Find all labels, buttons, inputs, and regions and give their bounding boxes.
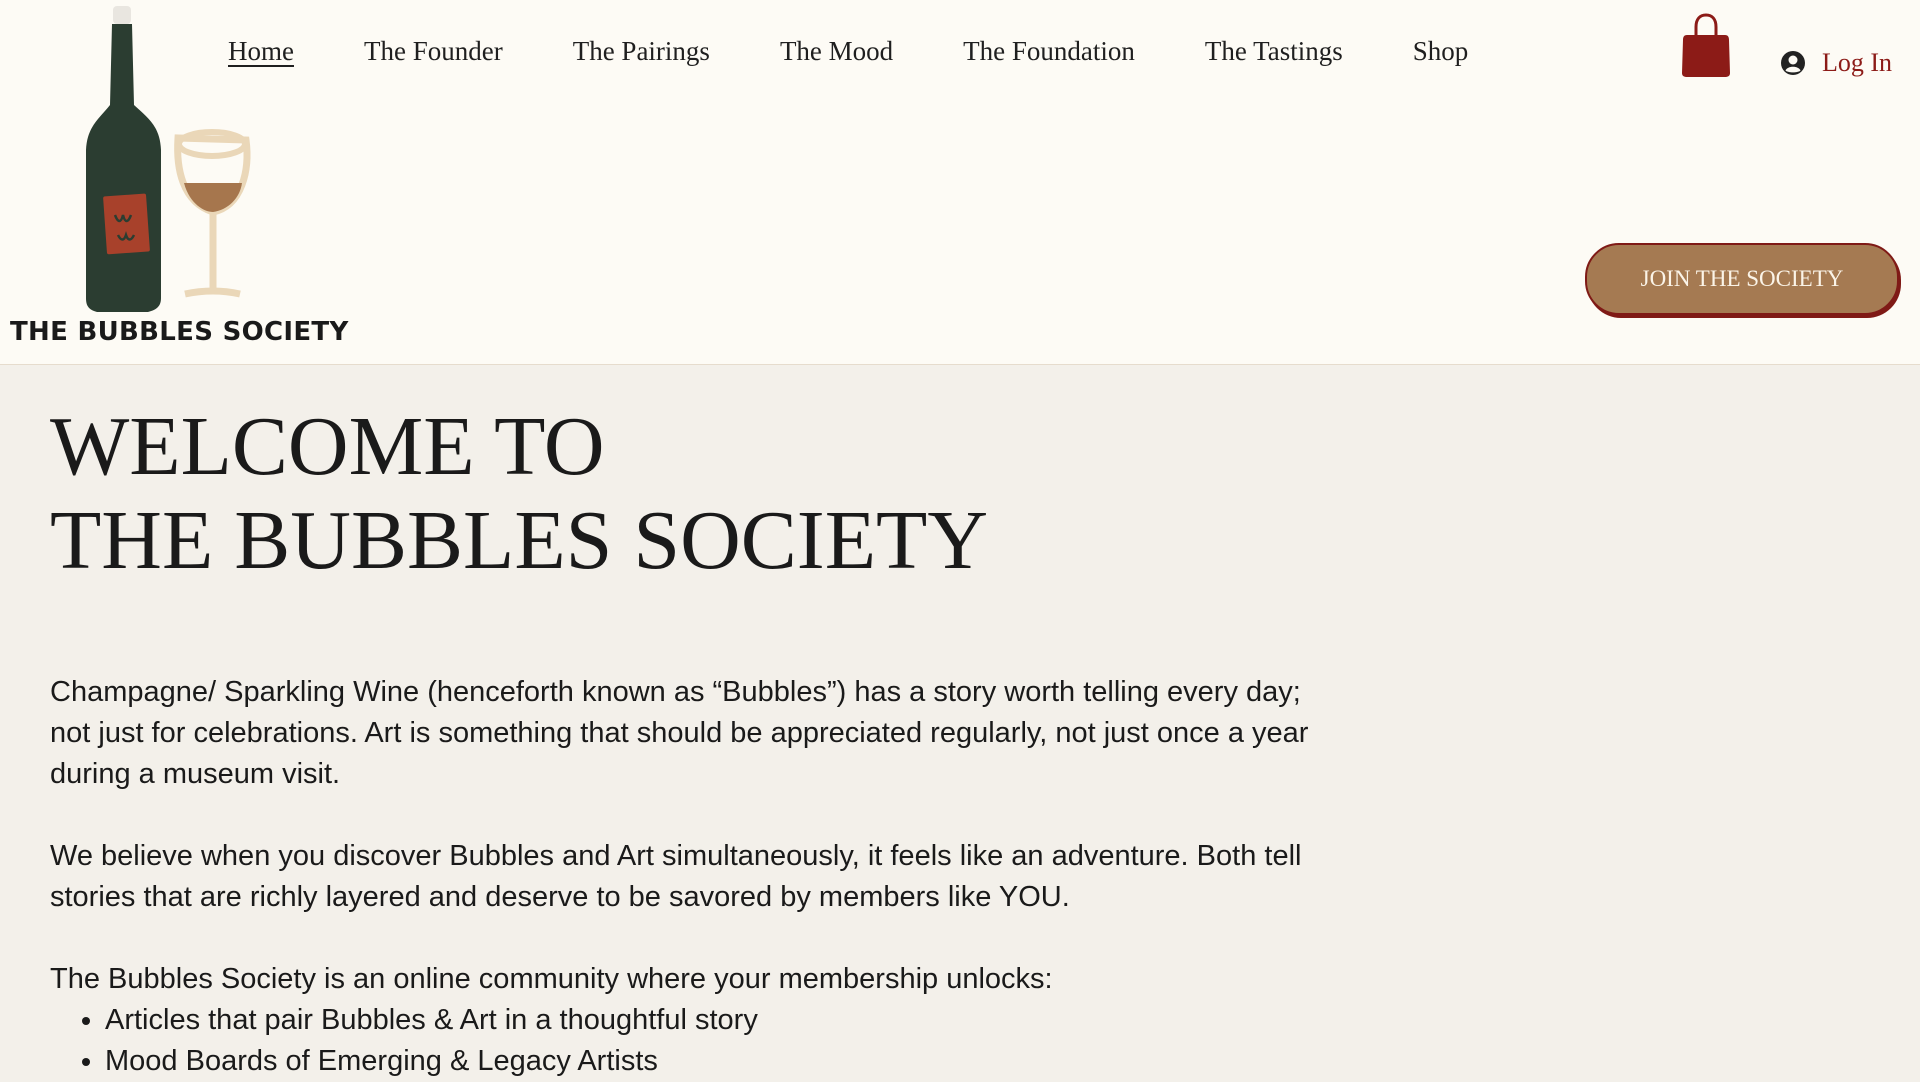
intro-paragraph-1: Champagne/ Sparkling Wine (henceforth kn… bbox=[50, 676, 1309, 790]
list-item: Mood Boards of Emerging & Legacy Artists bbox=[105, 1041, 758, 1082]
nav-item-the-founder[interactable]: The Founder bbox=[364, 36, 503, 67]
login-label: Log In bbox=[1822, 48, 1893, 77]
welcome-section: WELCOME TO THE BUBBLES SOCIETY Champagne… bbox=[50, 400, 1350, 1077]
site-header: THE BUBBLES SOCIETY Home The Founder The… bbox=[0, 0, 1920, 365]
logo-text: THE BUBBLES SOCIETY bbox=[10, 317, 349, 347]
page-title: WELCOME TO THE BUBBLES SOCIETY bbox=[50, 400, 1350, 588]
main-nav: Home The Founder The Pairings The Mood T… bbox=[228, 36, 1538, 67]
nav-item-the-mood[interactable]: The Mood bbox=[780, 36, 893, 67]
login-button[interactable]: Log In bbox=[1780, 48, 1892, 78]
nav-item-shop[interactable]: Shop bbox=[1413, 36, 1469, 67]
title-line-1: WELCOME TO bbox=[50, 400, 605, 493]
list-item: Articles that pair Bubbles & Art in a th… bbox=[105, 1000, 758, 1041]
join-the-society-button[interactable]: JOIN THE SOCIETY bbox=[1585, 243, 1899, 315]
intro-paragraph-2: We believe when you discover Bubbles and… bbox=[50, 840, 1302, 913]
nav-item-home[interactable]: Home bbox=[228, 36, 294, 67]
nav-item-the-tastings[interactable]: The Tastings bbox=[1205, 36, 1343, 67]
shopping-bag-icon bbox=[1682, 13, 1730, 77]
title-line-2: THE BUBBLES SOCIETY bbox=[50, 494, 989, 587]
cart-button[interactable] bbox=[1681, 13, 1731, 79]
membership-benefits-list: Articles that pair Bubbles & Art in a th… bbox=[50, 1000, 758, 1082]
nav-item-the-foundation[interactable]: The Foundation bbox=[963, 36, 1135, 67]
intro-paragraph-3: The Bubbles Society is an online communi… bbox=[50, 963, 1053, 995]
nav-item-the-pairings[interactable]: The Pairings bbox=[573, 36, 710, 67]
user-avatar-icon bbox=[1781, 51, 1805, 75]
